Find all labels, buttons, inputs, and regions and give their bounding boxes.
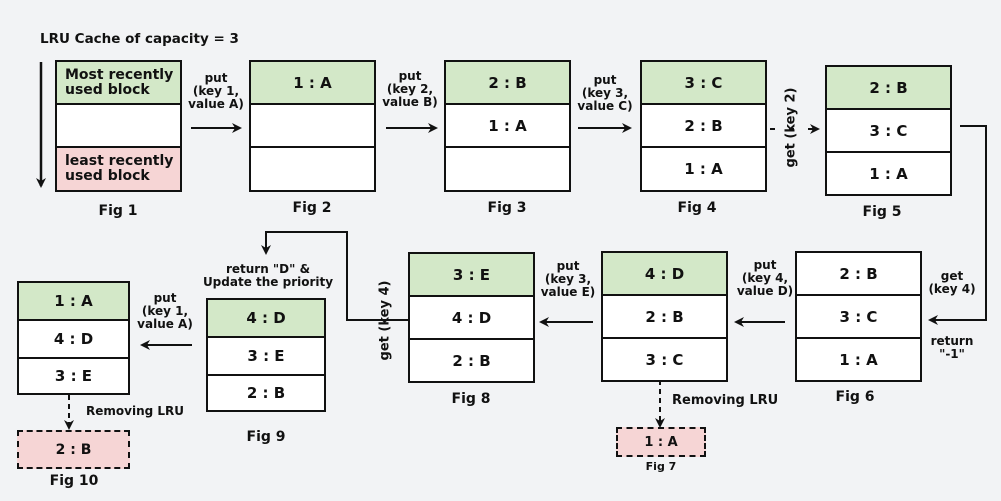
fig6-stack: 2 : B 3 : C 1 : A (795, 251, 922, 382)
cache-cell: 4 : D (410, 297, 533, 340)
fig3-caption: Fig 3 (487, 200, 527, 216)
fig1-stack: Most recently used block least recently … (55, 60, 182, 192)
op-get-key4-hit: get (key 4) (377, 280, 393, 361)
op-get-key2: get (key 2) (783, 87, 799, 168)
cache-cell: 2 : B (642, 105, 765, 148)
cache-cell: 1 : A (684, 160, 723, 178)
op-put-key3: put (key 3, value C) (577, 73, 633, 113)
fig2-stack: 1 : A (249, 60, 376, 192)
fig6-caption: Fig 6 (835, 389, 875, 405)
cache-cell: 4 : D (603, 253, 726, 296)
removing-lru-label-fig7: Removing LRU (672, 393, 779, 408)
fig8-caption: Fig 8 (451, 391, 491, 407)
cache-cell: 3 : C (797, 296, 920, 339)
op-put-key1-again: put (key 1, value A) (137, 291, 193, 331)
cache-cell: 1 : A (446, 105, 569, 148)
op-return-d: return "D" & Update the priority (202, 262, 334, 289)
fig4-stack: 3 : C 2 : B 1 : A (640, 60, 767, 192)
fig1-caption: Fig 1 (98, 203, 138, 219)
cache-cell: 3 : C (645, 350, 684, 369)
mru-block: Most recently used block (57, 62, 180, 105)
cache-cell: 3 : E (410, 254, 533, 297)
fig9-stack: 4 : D 3 : E 2 : B (206, 298, 326, 412)
cache-cell: 1 : A (839, 350, 878, 369)
fig7-removed-block: 1 : A (616, 427, 706, 457)
fig10-stack: 1 : A 4 : D 3 : E (17, 281, 130, 395)
fig3-stack: 2 : B 1 : A (444, 60, 571, 192)
op-put-key1: put (key 1, value A) (188, 71, 244, 111)
fig8-stack: 3 : E 4 : D 2 : B (408, 252, 535, 383)
cache-cell (446, 148, 569, 190)
cache-cell: 3 : E (208, 338, 324, 376)
op-put-key2: put (key 2, value B) (382, 69, 438, 109)
cache-cell: 2 : B (827, 67, 950, 110)
fig5-caption: Fig 5 (862, 204, 902, 220)
cache-cell (251, 148, 374, 190)
op-return-minus1: return "-1" (930, 334, 974, 361)
fig5-stack: 2 : B 3 : C 1 : A (825, 65, 952, 196)
op-get-key4-miss: get (key 4) (928, 269, 976, 296)
fig4-caption: Fig 4 (677, 200, 717, 216)
cache-cell: 1 : A (19, 283, 128, 321)
cache-cell: 1 : A (869, 164, 908, 183)
cache-cell: 2 : B (446, 62, 569, 105)
cache-cell: 4 : D (208, 300, 324, 338)
cache-cell: 4 : D (19, 321, 128, 359)
cache-cell: 2 : B (246, 384, 286, 402)
op-put-key3-e: put (key 3, value E) (540, 259, 596, 299)
fig7-caption: Fig 7 (645, 460, 677, 473)
fig10-removed-block: 2 : B (17, 430, 130, 469)
cache-cell: 2 : B (797, 253, 920, 296)
cache-cell: 3 : C (642, 62, 765, 105)
fig7-stack: 4 : D 2 : B 3 : C (601, 251, 728, 382)
cache-cell: 2 : B (452, 351, 491, 370)
cache-cell: 3 : E (54, 367, 93, 385)
empty-block (57, 105, 180, 148)
fig10-caption: Fig 10 (49, 473, 99, 489)
lru-block: least recently used block (57, 148, 180, 190)
fig9-caption: Fig 9 (246, 429, 286, 445)
removing-lru-label-fig10: Removing LRU (86, 404, 185, 418)
op-put-key4: put (key 4, value D) (736, 258, 794, 298)
fig2-caption: Fig 2 (292, 200, 332, 216)
cache-cell: 1 : A (251, 62, 374, 105)
cache-cell: 2 : B (603, 296, 726, 339)
cache-cell (251, 105, 374, 148)
cache-cell: 3 : C (827, 110, 950, 153)
